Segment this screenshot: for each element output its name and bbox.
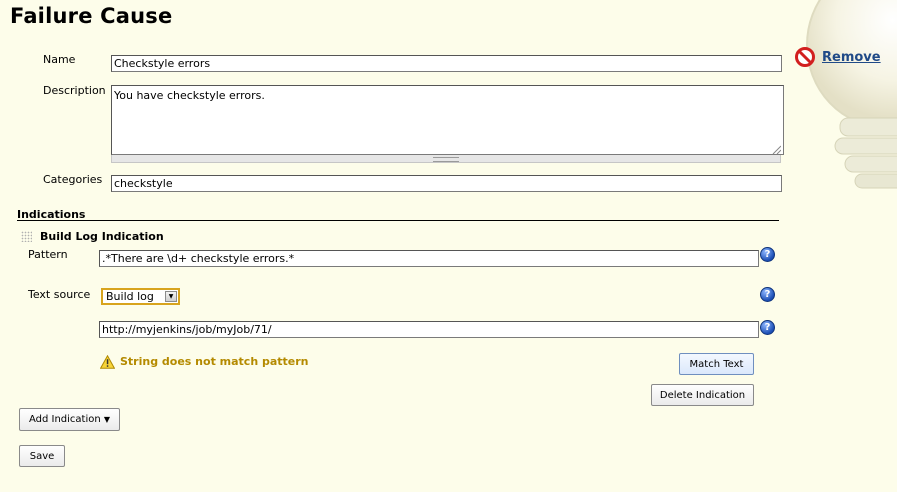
add-indication-label: Add Indication	[28, 414, 101, 425]
text-source-label: Text source	[28, 288, 91, 301]
lightbulb-watermark-icon	[806, 0, 897, 189]
build-log-indication-title: Build Log Indication	[40, 230, 164, 243]
categories-input[interactable]: checkstyle	[111, 175, 782, 192]
drag-handle-icon[interactable]	[21, 231, 32, 242]
url-help-icon[interactable]: ?	[760, 320, 775, 335]
dropdown-arrow-icon: ▼	[103, 415, 111, 424]
text-source-help-icon[interactable]: ?	[760, 287, 775, 302]
build-url-input[interactable]: http://myjenkins/job/myJob/71/	[99, 321, 759, 338]
match-text-button[interactable]: Match Text	[679, 353, 754, 375]
description-label: Description	[43, 84, 106, 97]
no-entry-icon[interactable]	[795, 47, 815, 67]
name-input[interactable]: Checkstyle errors	[111, 55, 782, 72]
warning-icon	[100, 355, 115, 369]
save-button[interactable]: Save	[19, 445, 65, 467]
textarea-resize-corner-icon[interactable]	[771, 144, 781, 154]
pattern-mismatch-warning: String does not match pattern	[120, 355, 309, 368]
description-textarea[interactable]: You have checkstyle errors.	[111, 85, 784, 155]
textarea-resize-handle[interactable]	[111, 155, 781, 163]
resize-grip-lines-icon	[433, 157, 459, 162]
pattern-label: Pattern	[28, 248, 68, 261]
name-label: Name	[43, 53, 76, 66]
section-divider	[17, 220, 779, 221]
add-indication-button[interactable]: Add Indication ▼	[19, 408, 120, 431]
text-source-selected-value: Build log	[106, 290, 154, 303]
pattern-input[interactable]: .*There are \d+ checkstyle errors.*	[99, 250, 759, 267]
text-source-select[interactable]: Build log ▼	[101, 288, 180, 305]
chevron-down-icon: ▼	[165, 291, 177, 302]
page-title: Failure Cause	[10, 4, 173, 28]
categories-label: Categories	[43, 173, 103, 186]
pattern-help-icon[interactable]: ?	[760, 247, 775, 262]
delete-indication-button[interactable]: Delete Indication	[651, 384, 754, 406]
remove-link[interactable]: Remove	[822, 50, 881, 65]
